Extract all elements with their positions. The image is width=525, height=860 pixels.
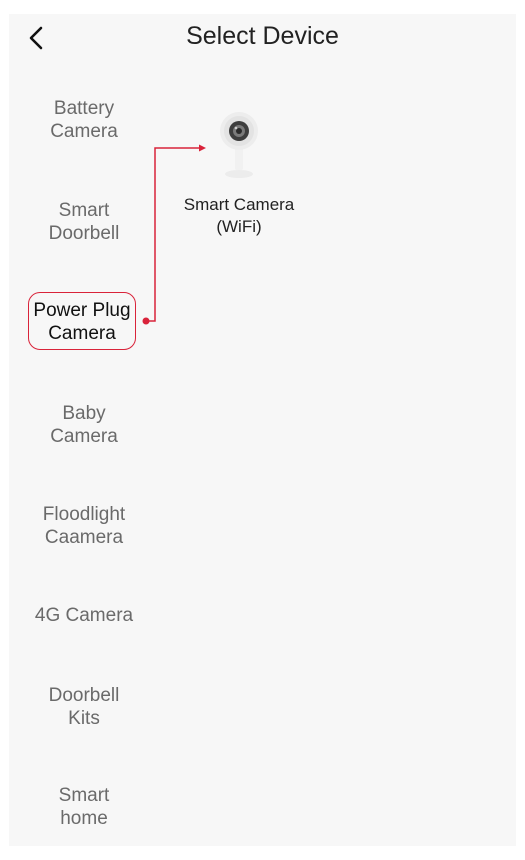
category-label-line1: Baby [62,403,106,424]
category-label-line1: Doorbell [48,685,120,706]
category-label-line1: Smart [58,785,110,806]
category-doorbell-kits[interactable]: Doorbell Kits [9,684,159,730]
product-name: Smart Camera [183,195,295,214]
category-label-line2: home [60,808,108,829]
category-label-line1: Floodlight [42,504,126,525]
category-4g-camera[interactable]: 4G Camera [9,604,159,627]
device-select-screen: Select Device Battery Camera Smart Doorb… [9,14,516,846]
category-label-line1: 4G Camera [34,605,134,626]
category-label-line2: Kits [68,708,100,729]
indoor-camera-icon [220,112,258,178]
category-baby-camera[interactable]: Baby Camera [9,402,159,448]
category-label-line2: Caamera [44,527,124,548]
product-smart-camera-wifi[interactable]: Smart Camera (WiFi) [169,110,309,238]
category-smart-home[interactable]: Smart home [9,784,159,830]
product-connectivity: (WiFi) [216,217,262,236]
category-floodlight-camera[interactable]: Floodlight Caamera [9,503,159,549]
category-label-line2: Camera [50,426,118,447]
